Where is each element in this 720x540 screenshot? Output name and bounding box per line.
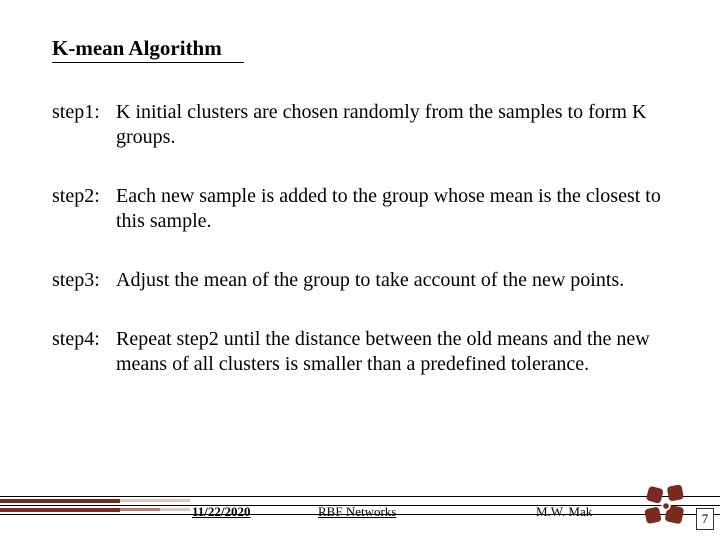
step-row: step2: Each new sample is added to the g… [52, 184, 682, 234]
step-row: step3: Adjust the mean of the group to t… [52, 268, 682, 293]
step-label: step3: [52, 268, 116, 293]
body-content: step1: K initial clusters are chosen ran… [52, 100, 682, 411]
slide-title: K-mean Algorithm [52, 36, 222, 61]
footer-title: RBF Networks [318, 504, 396, 520]
step-label: step4: [52, 327, 116, 377]
footer-author: M.W. Mak [536, 504, 592, 520]
step-text: Adjust the mean of the group to take acc… [116, 268, 682, 293]
polyu-logo-icon [638, 478, 694, 534]
step-text: K initial clusters are chosen randomly f… [116, 100, 682, 150]
step-label: step2: [52, 184, 116, 234]
step-row: step1: K initial clusters are chosen ran… [52, 100, 682, 150]
title-underline [52, 62, 244, 63]
footer-date: 11/22/2020 [192, 504, 251, 520]
step-text: Repeat step2 until the distance between … [116, 327, 682, 377]
step-row: step4: Repeat step2 until the distance b… [52, 327, 682, 377]
step-label: step1: [52, 100, 116, 150]
step-text: Each new sample is added to the group wh… [116, 184, 682, 234]
page-number: 7 [696, 508, 714, 530]
